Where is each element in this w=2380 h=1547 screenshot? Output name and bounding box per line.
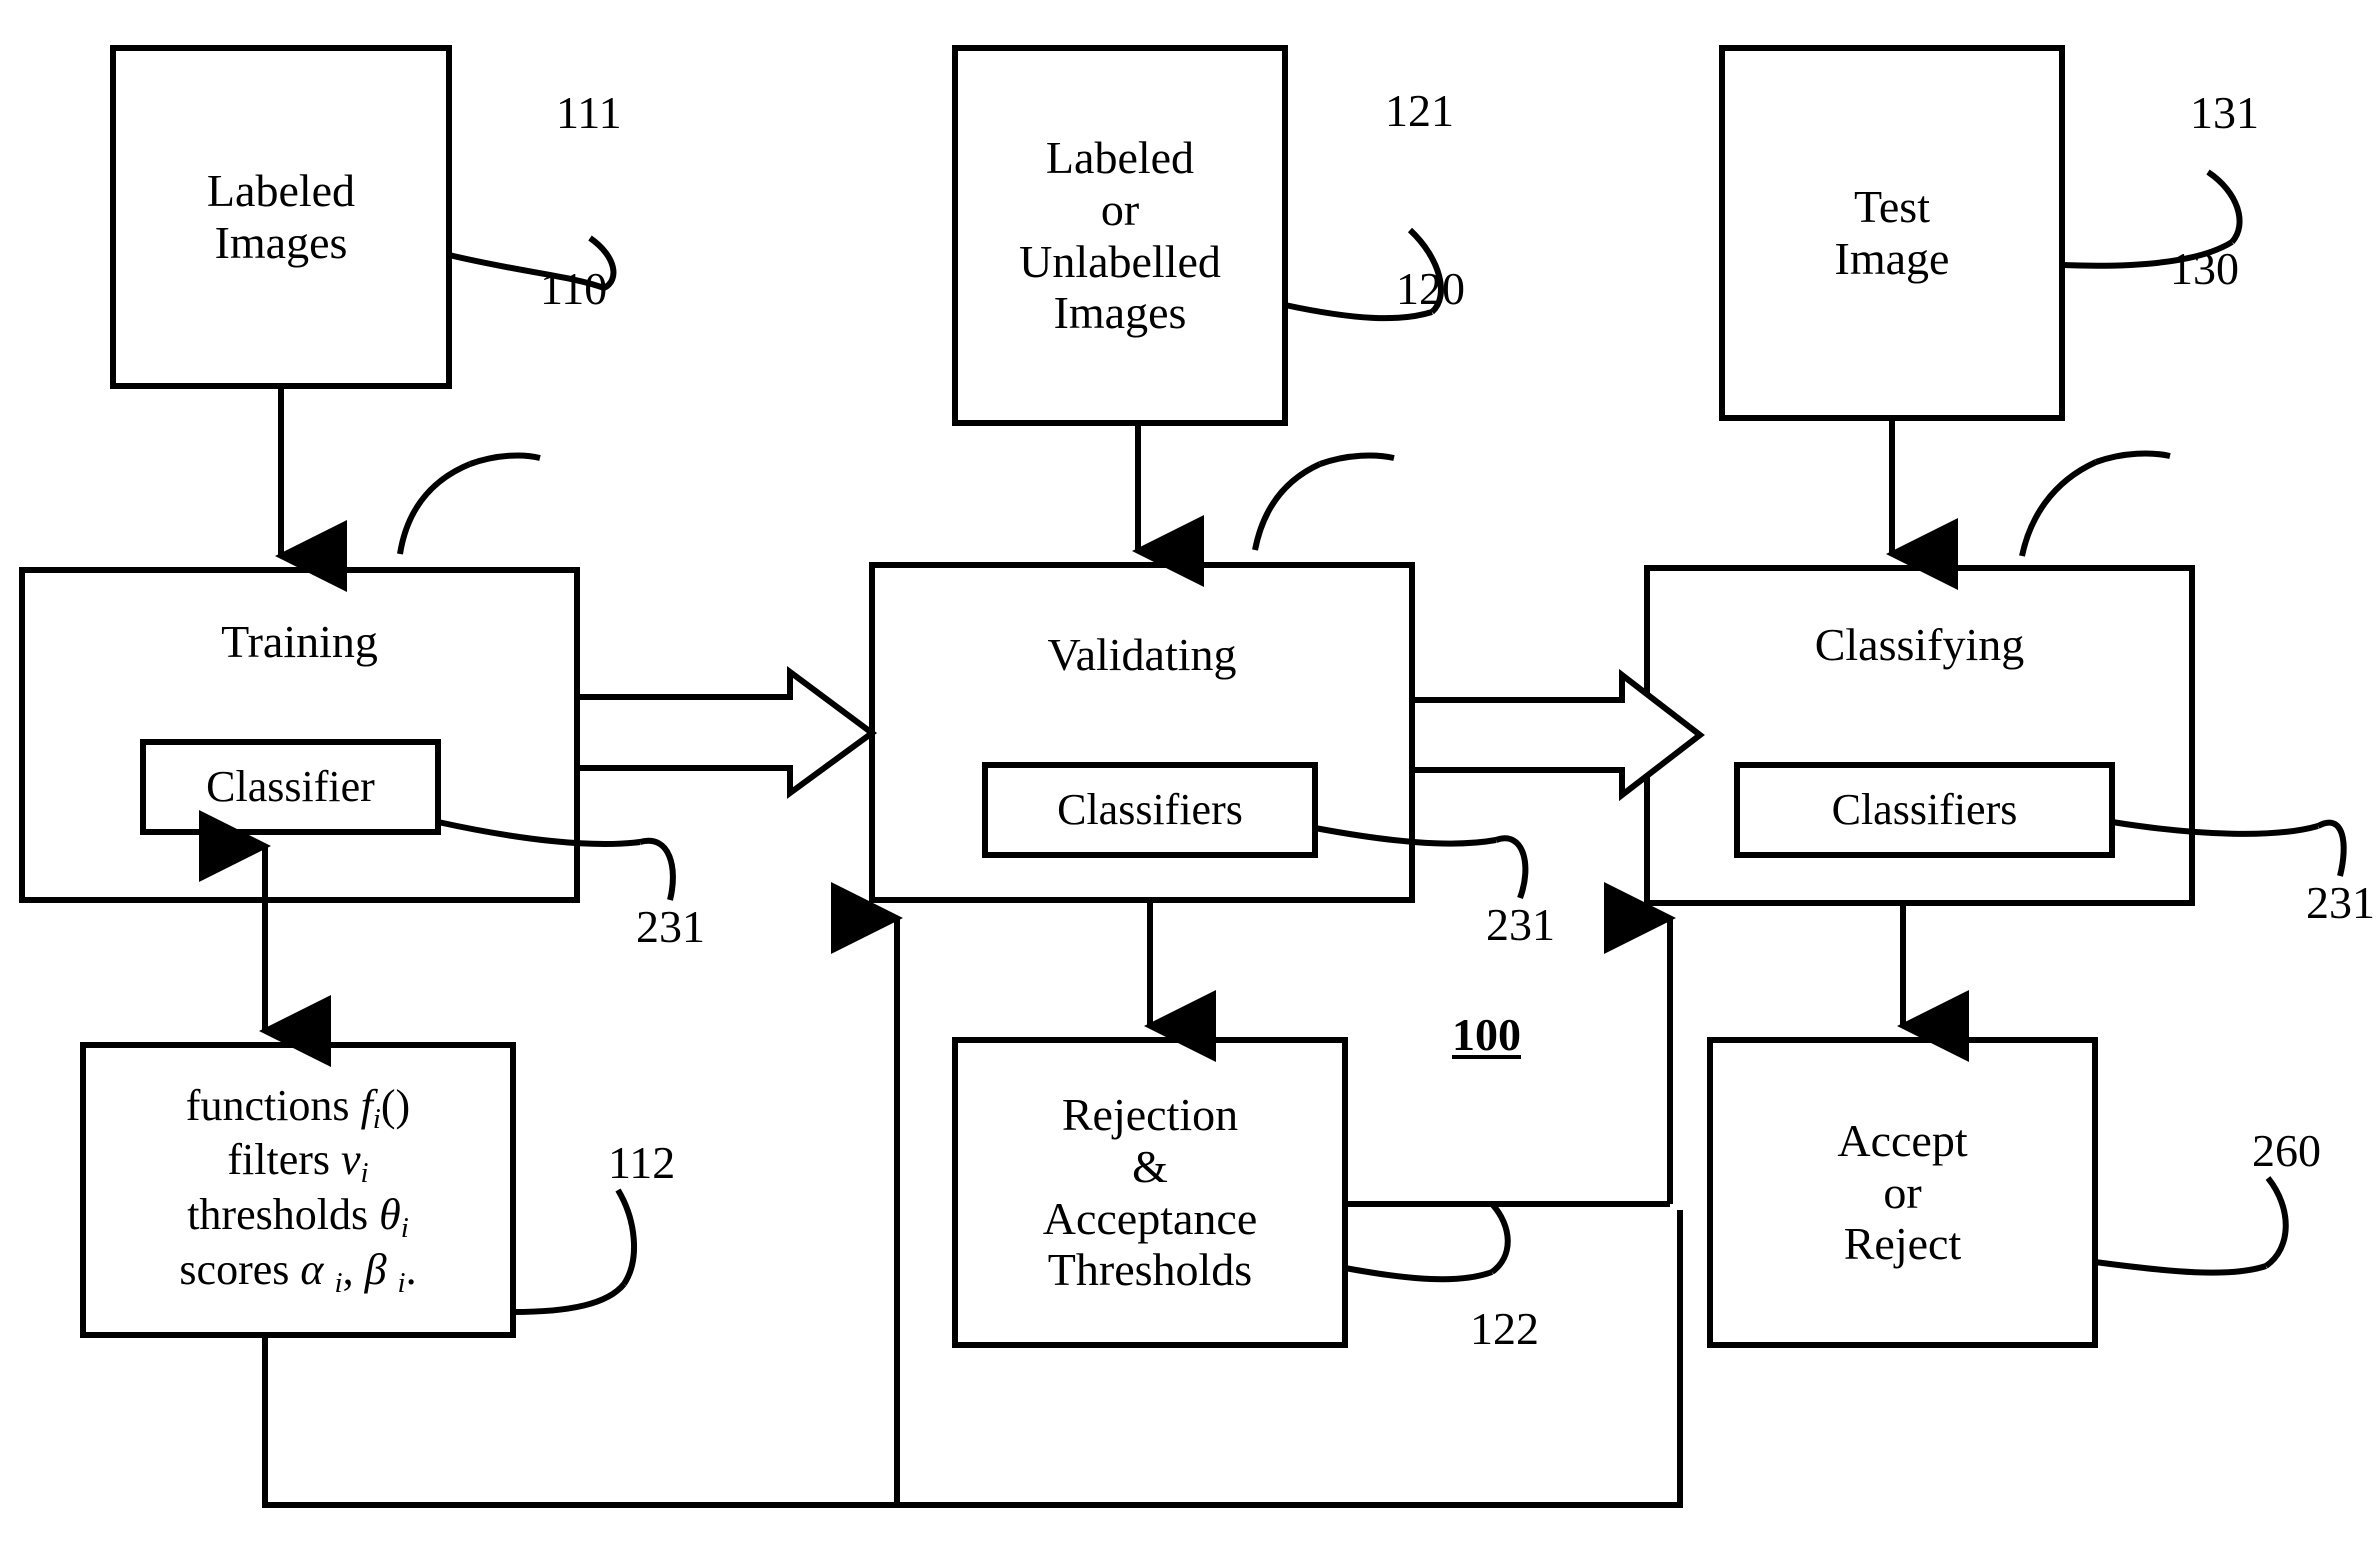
block-arrow-training-to-validating — [574, 666, 878, 799]
thresholds-line-2: & — [1132, 1140, 1168, 1192]
thresholds-line-4: Thresholds — [1047, 1244, 1253, 1296]
accept-reject-line-3: Reject — [1843, 1218, 1962, 1270]
leader-231-left — [437, 819, 641, 847]
ref-131: 131 — [2190, 87, 2259, 138]
label-accept-or-reject: Accept or Reject — [1710, 1040, 2095, 1345]
label-parameters: functions fi() filters vi thresholds θi … — [83, 1045, 513, 1335]
ref-111: 111 — [556, 87, 622, 138]
leader-131-hook — [2206, 169, 2243, 244]
patent-figure: Labeled Images Labeled or Unlabelled Ima… — [0, 0, 2380, 1547]
accept-reject-line-1: Accept — [1837, 1115, 1968, 1167]
leader-110 — [397, 461, 472, 555]
leader-231-right-hook — [2316, 819, 2347, 877]
label-inner-classifier-training: Classifier — [143, 742, 438, 832]
unlabelled-line-3: Unlabelled — [1019, 235, 1221, 287]
ref-231-left: 231 — [636, 901, 705, 952]
classifying-inner-label: Classifiers — [1831, 785, 2018, 835]
param-line-functions: functions fi() — [185, 1080, 411, 1135]
label-test-image: Test Image — [1722, 48, 2062, 418]
ref-260: 260 — [2252, 1125, 2321, 1176]
training-label: Training — [221, 616, 378, 668]
leader-260-hook — [2264, 1176, 2289, 1269]
ref-130: 130 — [2170, 243, 2239, 294]
ref-120: 120 — [1396, 263, 1465, 314]
block-arrow-validating-to-classifying — [1409, 668, 1705, 802]
classifying-label: Classifying — [1814, 619, 2025, 671]
test-image-line-1: Test — [1854, 181, 1930, 233]
label-classifying: Classifying — [1647, 615, 2192, 675]
leader-120 — [1252, 461, 1322, 551]
leader-130 — [2019, 459, 2098, 557]
label-inner-classifiers-validating: Classifiers — [985, 765, 1315, 855]
ref-110: 110 — [540, 263, 608, 314]
ref-231-right: 231 — [2306, 877, 2375, 928]
leader-112-hook — [615, 1188, 637, 1286]
unlabelled-line-2: or — [1100, 183, 1140, 235]
leader-122-hook — [1489, 1201, 1511, 1275]
label-inner-classifiers-classifying: Classifiers — [1737, 765, 2112, 855]
ref-121: 121 — [1385, 85, 1454, 136]
labeled-images-line-2: Images — [214, 217, 348, 268]
label-labeled-images: Labeled Images — [113, 48, 449, 386]
ref-122: 122 — [1470, 1303, 1539, 1354]
labeled-images-line-1: Labeled — [206, 165, 356, 217]
leader-231-mid-hook — [1494, 835, 1529, 900]
leader-110-hook — [468, 452, 541, 467]
leader-231-right — [2111, 819, 2319, 837]
accept-reject-line-2: or — [1883, 1166, 1922, 1218]
leader-130-hook — [2094, 450, 2171, 465]
ref-112: 112 — [608, 1137, 676, 1188]
test-image-line-2: Image — [1834, 233, 1950, 284]
label-training: Training — [22, 612, 577, 672]
validating-label: Validating — [1047, 629, 1237, 681]
unlabelled-line-4: Images — [1053, 287, 1187, 339]
ref-231-mid: 231 — [1486, 899, 1555, 950]
leader-122 — [1344, 1265, 1494, 1283]
leader-112 — [512, 1282, 627, 1315]
leader-231-mid — [1314, 825, 1497, 847]
thresholds-line-3: Acceptance — [1042, 1192, 1258, 1244]
thresholds-line-1: Rejection — [1061, 1089, 1239, 1141]
validating-inner-label: Classifiers — [1057, 785, 1243, 835]
leader-120-hook — [1318, 452, 1395, 467]
unlabelled-line-1: Labeled — [1045, 132, 1195, 184]
leader-231-left-hook — [639, 837, 676, 901]
param-line-filters: filters vi — [227, 1135, 369, 1190]
leader-260 — [2094, 1259, 2267, 1276]
label-labeled-or-unlabelled-images: Labeled or Unlabelled Images — [955, 48, 1285, 423]
param-line-thresholds: thresholds θi — [187, 1190, 409, 1245]
label-rejection-acceptance-thresholds: Rejection & Acceptance Thresholds — [955, 1040, 1345, 1345]
label-validating: Validating — [872, 625, 1412, 685]
ref-100-figure-id: 100 — [1452, 1009, 1521, 1060]
training-inner-label: Classifier — [206, 762, 375, 812]
param-line-scores: scores α i, β i. — [179, 1244, 417, 1299]
